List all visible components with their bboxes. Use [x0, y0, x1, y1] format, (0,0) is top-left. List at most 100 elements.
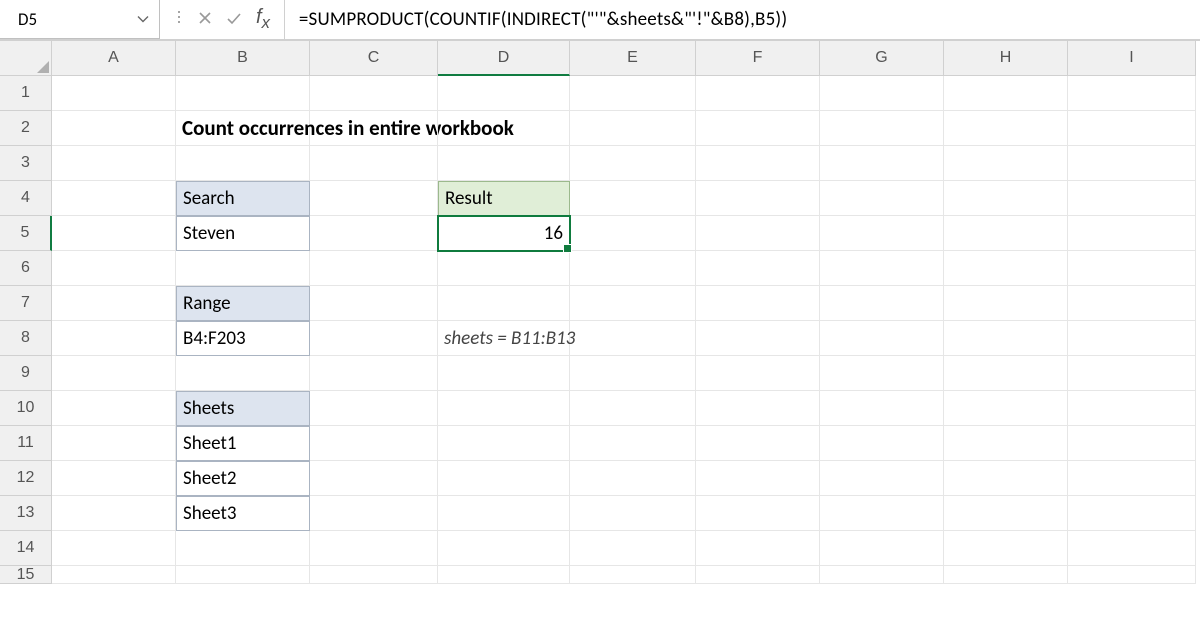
- row-header[interactable]: 15: [0, 566, 52, 584]
- cell-D15[interactable]: [438, 566, 570, 584]
- cell-B14[interactable]: [176, 531, 310, 566]
- cell-H6[interactable]: [944, 251, 1068, 286]
- cell-G1[interactable]: [820, 76, 944, 111]
- row-header[interactable]: 4: [0, 181, 52, 216]
- cell-I5[interactable]: [1068, 216, 1196, 251]
- row-header[interactable]: 6: [0, 251, 52, 286]
- cell-B12[interactable]: Sheet2: [176, 461, 310, 496]
- cell-G4[interactable]: [820, 181, 944, 216]
- cell-D9[interactable]: [438, 356, 570, 391]
- cell-G3[interactable]: [820, 146, 944, 181]
- cell-F15[interactable]: [696, 566, 820, 584]
- select-all-corner[interactable]: [0, 41, 52, 76]
- cell-D1[interactable]: [438, 76, 570, 111]
- cell-B10[interactable]: Sheets: [176, 391, 310, 426]
- cell-F5[interactable]: [696, 216, 820, 251]
- cell-F7[interactable]: [696, 286, 820, 321]
- cell-E13[interactable]: [570, 496, 696, 531]
- cell-A13[interactable]: [52, 496, 176, 531]
- cell-E1[interactable]: [570, 76, 696, 111]
- row-header[interactable]: 8: [0, 321, 52, 356]
- cell-I6[interactable]: [1068, 251, 1196, 286]
- col-header-B[interactable]: B: [176, 41, 310, 76]
- cell-B3[interactable]: [176, 146, 310, 181]
- row-header[interactable]: 1: [0, 76, 52, 111]
- cell-C4[interactable]: [310, 181, 438, 216]
- col-header-C[interactable]: C: [310, 41, 438, 76]
- cell-C14[interactable]: [310, 531, 438, 566]
- cell-D7[interactable]: [438, 286, 570, 321]
- cell-E3[interactable]: [570, 146, 696, 181]
- cell-B6[interactable]: [176, 251, 310, 286]
- cell-B4[interactable]: Search: [176, 181, 310, 216]
- cell-I13[interactable]: [1068, 496, 1196, 531]
- cell-C3[interactable]: [310, 146, 438, 181]
- cell-F2[interactable]: [696, 111, 820, 146]
- cell-D6[interactable]: [438, 251, 570, 286]
- cell-G7[interactable]: [820, 286, 944, 321]
- cell-F14[interactable]: [696, 531, 820, 566]
- cell-E14[interactable]: [570, 531, 696, 566]
- cell-F4[interactable]: [696, 181, 820, 216]
- cell-E12[interactable]: [570, 461, 696, 496]
- cell-H8[interactable]: [944, 321, 1068, 356]
- cell-I3[interactable]: [1068, 146, 1196, 181]
- name-box[interactable]: D5: [0, 0, 160, 39]
- cell-G2[interactable]: [820, 111, 944, 146]
- cell-G5[interactable]: [820, 216, 944, 251]
- cell-E4[interactable]: [570, 181, 696, 216]
- cell-H12[interactable]: [944, 461, 1068, 496]
- cell-A3[interactable]: [52, 146, 176, 181]
- cell-D2[interactable]: [438, 111, 570, 146]
- cell-C11[interactable]: [310, 426, 438, 461]
- col-header-G[interactable]: G: [820, 41, 944, 76]
- cell-G9[interactable]: [820, 356, 944, 391]
- cell-C8[interactable]: [310, 321, 438, 356]
- cell-D12[interactable]: [438, 461, 570, 496]
- cell-G13[interactable]: [820, 496, 944, 531]
- cell-E11[interactable]: [570, 426, 696, 461]
- cell-F9[interactable]: [696, 356, 820, 391]
- cell-A11[interactable]: [52, 426, 176, 461]
- row-header[interactable]: 13: [0, 496, 52, 531]
- cell-B8[interactable]: B4:F203: [176, 321, 310, 356]
- cell-E5[interactable]: [570, 216, 696, 251]
- cell-H15[interactable]: [944, 566, 1068, 584]
- cell-A2[interactable]: [52, 111, 176, 146]
- col-header-D[interactable]: D: [438, 41, 570, 76]
- cell-D5[interactable]: 16: [438, 216, 570, 251]
- cell-I9[interactable]: [1068, 356, 1196, 391]
- cell-F3[interactable]: [696, 146, 820, 181]
- cell-D13[interactable]: [438, 496, 570, 531]
- cell-H7[interactable]: [944, 286, 1068, 321]
- cell-D14[interactable]: [438, 531, 570, 566]
- row-header[interactable]: 11: [0, 426, 52, 461]
- cell-A6[interactable]: [52, 251, 176, 286]
- cell-F11[interactable]: [696, 426, 820, 461]
- cell-A10[interactable]: [52, 391, 176, 426]
- cell-E7[interactable]: [570, 286, 696, 321]
- cell-D11[interactable]: [438, 426, 570, 461]
- cell-F8[interactable]: [696, 321, 820, 356]
- row-header[interactable]: 14: [0, 531, 52, 566]
- dropdown-icon[interactable]: [174, 8, 184, 31]
- cell-A12[interactable]: [52, 461, 176, 496]
- cell-I2[interactable]: [1068, 111, 1196, 146]
- cell-I4[interactable]: [1068, 181, 1196, 216]
- spreadsheet-grid[interactable]: A B C D E F G H I 1 2 Count occurrences …: [0, 40, 1200, 601]
- cell-G10[interactable]: [820, 391, 944, 426]
- cell-B9[interactable]: [176, 356, 310, 391]
- cell-F10[interactable]: [696, 391, 820, 426]
- cell-G8[interactable]: [820, 321, 944, 356]
- cell-H10[interactable]: [944, 391, 1068, 426]
- cell-B13[interactable]: Sheet3: [176, 496, 310, 531]
- cell-F13[interactable]: [696, 496, 820, 531]
- col-header-E[interactable]: E: [570, 41, 696, 76]
- cell-A5[interactable]: [52, 216, 176, 251]
- cell-I8[interactable]: [1068, 321, 1196, 356]
- cell-I10[interactable]: [1068, 391, 1196, 426]
- cell-B15[interactable]: [176, 566, 310, 584]
- cell-I15[interactable]: [1068, 566, 1196, 584]
- cell-C10[interactable]: [310, 391, 438, 426]
- cell-E9[interactable]: [570, 356, 696, 391]
